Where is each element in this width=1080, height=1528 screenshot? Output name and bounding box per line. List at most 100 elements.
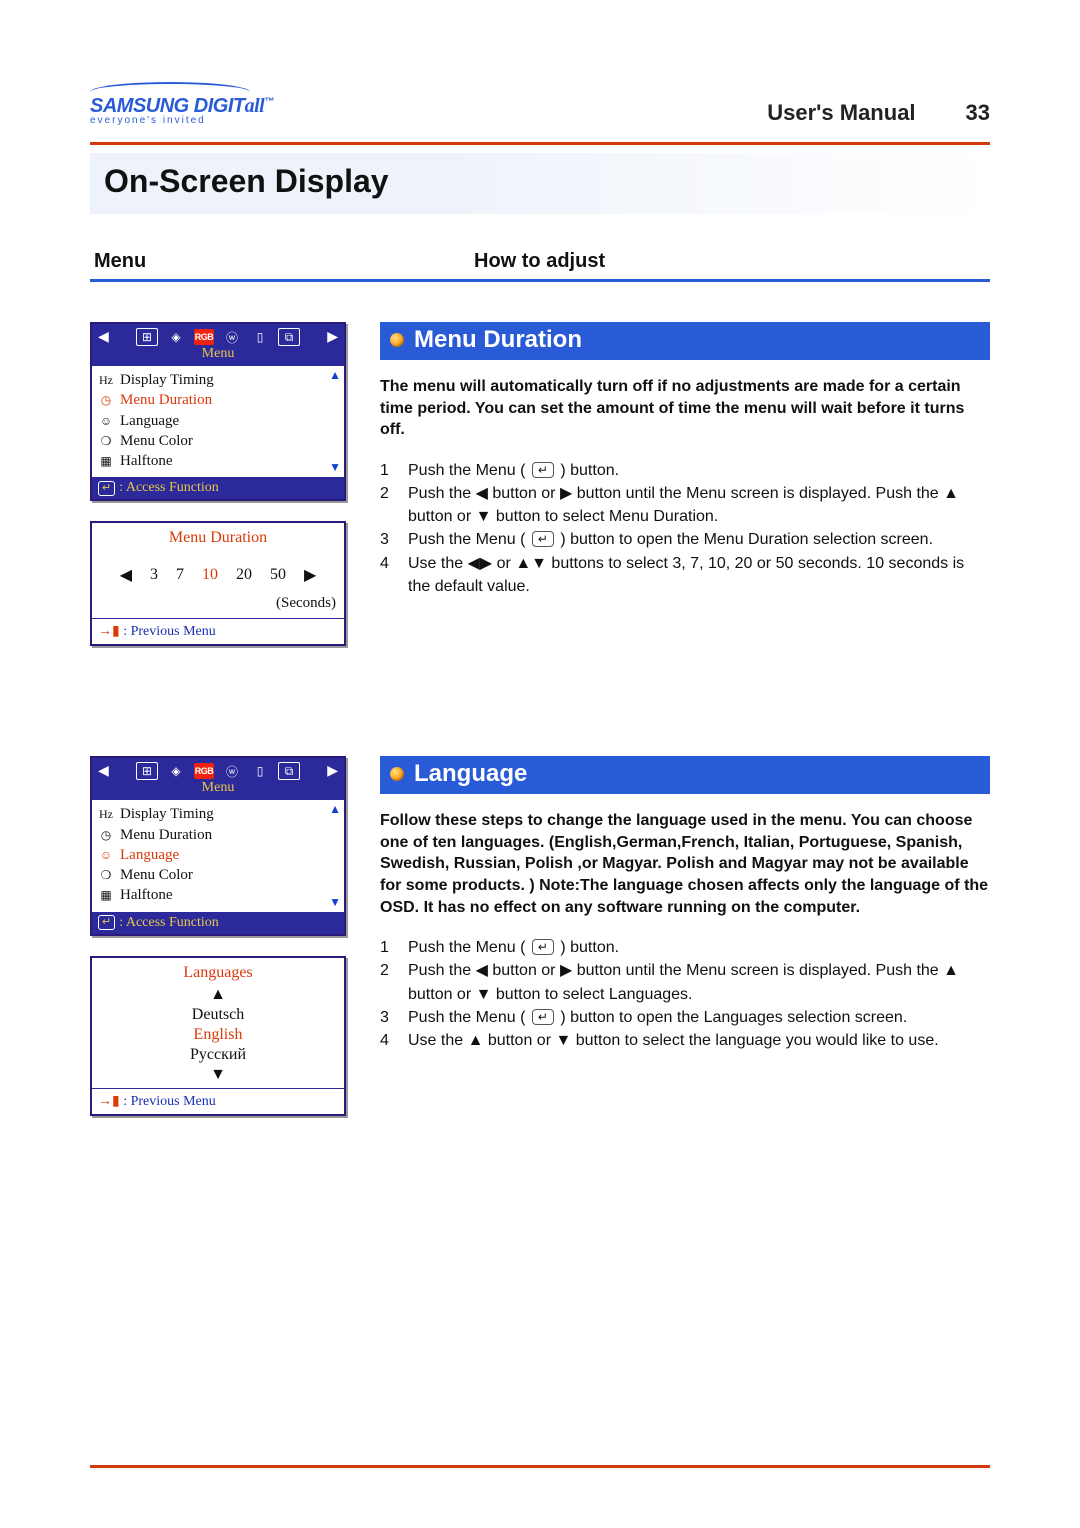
section-heading: Menu Duration [414,326,582,354]
nav-right-icon[interactable]: ▶ [304,565,316,585]
duration-3[interactable]: 3 [150,566,158,584]
lang-deutsch[interactable]: Deutsch [192,1006,244,1024]
enter-icon: ↵ [532,531,554,547]
nav-left-icon[interactable]: ◀ [98,763,109,780]
brand-suffix: all [245,95,265,117]
scroll-down-icon[interactable]: ▼ [329,895,341,910]
duration-50[interactable]: 50 [270,566,286,584]
osd-icon-rgb[interactable]: RGB [194,763,214,779]
osd-icon-bright[interactable]: ◈ [166,329,186,345]
duration-7[interactable]: 7 [176,566,184,584]
osd-language-panel: Languages ▲ Deutsch English Русский ▼ →▮… [90,956,346,1116]
step-1: 1Push the Menu ( ↵ ) button. [380,936,990,959]
nav-left-icon[interactable]: ◀ [98,329,109,346]
osd-icon-pip[interactable]: ⧉ [278,762,300,780]
osd-column: ◀ ⊞ ◈ RGB ⓦ ▯ ⧉ ▶ Menu ▲ ▼ [90,756,346,1135]
access-label: : Access Function [119,915,219,931]
lang-down-icon[interactable]: ▼ [210,1066,226,1084]
access-label: : Access Function [119,480,219,496]
duration-10[interactable]: 10 [202,566,218,584]
nav-right-icon[interactable]: ▶ [327,329,338,346]
osd-main-menu: ◀ ⊞ ◈ RGB ⓦ ▯ ⧉ ▶ Menu ▲ ▼ [90,322,346,501]
header-rule [90,142,990,145]
menu-item-menu-color[interactable]: ❍Menu Color [98,431,338,451]
hz-icon: Hz [98,372,114,388]
exit-icon: →▮ [98,1094,120,1109]
osd-icon-pip[interactable]: ⧉ [278,328,300,346]
clock-icon: ◷ [98,827,114,843]
brand-swoosh [90,82,250,94]
exit-icon: →▮ [98,624,120,639]
text-column: Menu Duration The menu will automaticall… [380,322,990,598]
enter-icon: ↵ [532,462,554,478]
enter-key-icon: ↵ [98,915,115,930]
menu-item-language[interactable]: ☺Language [98,845,338,865]
osd-icon-position[interactable]: ⊞ [136,762,158,780]
osd-icon-screen[interactable]: ⓦ [222,763,242,779]
palette-icon: ❍ [98,867,114,883]
section-heading: Language [414,760,527,788]
duration-20[interactable]: 20 [236,566,252,584]
text-column: Language Follow these steps to change th… [380,756,990,1052]
header-right: User's Manual 33 [767,100,990,126]
enter-icon: ↵ [532,1009,554,1025]
step-4: 4Use the ▲ button or ▼ button to select … [380,1029,990,1052]
osd-icon-rgb[interactable]: RGB [194,329,214,345]
osd-column: ◀ ⊞ ◈ RGB ⓦ ▯ ⧉ ▶ Menu ▲ ▼ [90,322,346,666]
osd-menu-list: HzDisplay Timing ◷Menu Duration ☺Languag… [98,804,338,905]
step-3: 3Push the Menu ( ↵ ) button to open the … [380,1006,990,1029]
panel-title: Languages [92,958,344,986]
nav-right-icon[interactable]: ▶ [327,763,338,780]
footer-rule [90,1465,990,1468]
previous-label: : Previous Menu [123,1094,216,1109]
scroll-down-icon[interactable]: ▼ [329,460,341,475]
brand-main: SAMSUNG DIGIT [90,95,245,117]
menu-item-menu-duration[interactable]: ◷Menu Duration [98,825,338,845]
previous-label: : Previous Menu [123,624,216,639]
scroll-up-icon[interactable]: ▲ [329,802,341,817]
col-header-menu: Menu [94,250,474,273]
bullet-icon [390,767,404,781]
enter-key-icon: ↵ [98,481,115,496]
section-header-menu-duration: Menu Duration [380,322,990,360]
step-1: 1Push the Menu ( ↵ ) button. [380,459,990,482]
lang-russian[interactable]: Русский [190,1046,246,1064]
osd-icon-page[interactable]: ▯ [250,763,270,779]
step-2: 2Push the ◀ button or ▶ button until the… [380,482,990,528]
osd-previous-bar[interactable]: →▮ : Previous Menu [92,618,344,644]
col-header-adjust: How to adjust [474,250,980,273]
page-title: On-Screen Display [104,163,389,199]
osd-icon-screen[interactable]: ⓦ [222,329,242,345]
panel-title: Menu Duration [92,523,344,561]
menu-item-menu-duration[interactable]: ◷Menu Duration [98,390,338,410]
osd-icon-page[interactable]: ▯ [250,329,270,345]
grid-icon: ▦ [98,887,114,903]
scroll-up-icon[interactable]: ▲ [329,368,341,383]
menu-item-display-timing[interactable]: HzDisplay Timing [98,804,338,824]
language-options: ▲ Deutsch English Русский ▼ [92,986,344,1088]
face-icon: ☺ [98,847,114,863]
clock-icon: ◷ [98,392,114,408]
brand-tm: ™ [264,96,274,107]
osd-icon-bright[interactable]: ◈ [166,763,186,779]
osd-duration-panel: Menu Duration ◀ 3 7 10 20 50 ▶ (Seconds)… [90,521,346,646]
menu-item-menu-color[interactable]: ❍Menu Color [98,865,338,885]
osd-previous-bar[interactable]: →▮ : Previous Menu [92,1088,344,1114]
step-3: 3Push the Menu ( ↵ ) button to open the … [380,528,990,551]
manual-page: SAMSUNG DIGITall™ everyone's invited Use… [0,0,1080,1528]
section-intro: The menu will automatically turn off if … [380,376,990,441]
enter-icon: ↵ [532,939,554,955]
menu-item-language[interactable]: ☺Language [98,411,338,431]
lang-english[interactable]: English [194,1026,243,1044]
lang-up-icon[interactable]: ▲ [210,986,226,1004]
section-menu-duration: ◀ ⊞ ◈ RGB ⓦ ▯ ⧉ ▶ Menu ▲ ▼ [90,322,990,666]
step-4: 4Use the ◀▶ or ▲▼ buttons to select 3, 7… [380,552,990,598]
menu-item-halftone[interactable]: ▦Halftone [98,451,338,471]
nav-left-icon[interactable]: ◀ [120,565,132,585]
osd-icon-position[interactable]: ⊞ [136,328,158,346]
menu-item-display-timing[interactable]: HzDisplay Timing [98,370,338,390]
steps-list: 1Push the Menu ( ↵ ) button. 2Push the ◀… [380,936,990,1052]
manual-label: User's Manual [767,100,915,125]
osd-access-bar: ↵ : Access Function [92,477,344,499]
menu-item-halftone[interactable]: ▦Halftone [98,885,338,905]
